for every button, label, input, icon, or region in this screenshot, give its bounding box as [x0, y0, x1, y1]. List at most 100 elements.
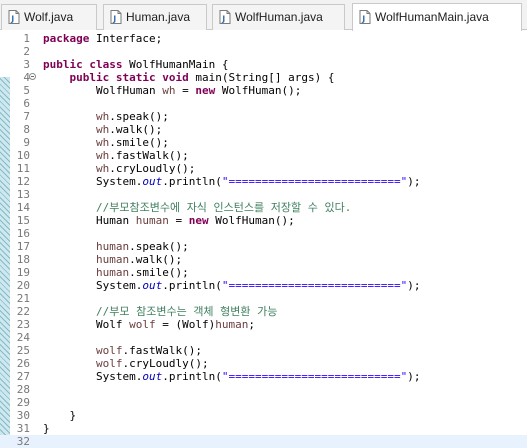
code-line[interactable]: 29: [0, 396, 527, 409]
code-token: .println(: [162, 370, 222, 383]
code-line[interactable]: 2: [0, 45, 527, 58]
code-line[interactable]: 12 System.out.println("=================…: [0, 175, 527, 188]
code-line[interactable]: 23 Wolf wolf = (Wolf)human;: [0, 318, 527, 331]
line-code: wolf.fastWalk();: [43, 344, 202, 357]
code-line[interactable]: 15 Human human = new WolfHuman();: [0, 214, 527, 227]
code-line[interactable]: 5 WolfHuman wh = new WolfHuman();: [0, 84, 527, 97]
line-number: 16: [16, 227, 30, 240]
code-token: }: [43, 422, 50, 435]
line-code: wh.smile();: [43, 136, 169, 149]
code-token: wh: [162, 84, 176, 97]
svg-text:J: J: [361, 15, 365, 24]
code-token: out: [142, 279, 163, 292]
line-number: 32: [16, 435, 30, 448]
code-line[interactable]: 28: [0, 383, 527, 396]
code-line[interactable]: 17 human.speak();: [0, 240, 527, 253]
line-number: 7: [23, 110, 30, 123]
code-token: .cryLoudly();: [122, 357, 209, 370]
code-token: .walk();: [109, 123, 163, 136]
code-line[interactable]: 10 wh.fastWalk();: [0, 149, 527, 162]
code-token: wolf: [129, 318, 156, 331]
code-token: wh: [95, 136, 110, 149]
code-line[interactable]: 25 wolf.fastWalk();: [0, 344, 527, 357]
code-line[interactable]: 24: [0, 331, 527, 344]
current-line[interactable]: 32: [0, 435, 527, 448]
line-code: package Interface;: [43, 32, 162, 45]
code-token: out: [142, 370, 163, 383]
code-line[interactable]: 11 wh.cryLoudly();: [0, 162, 527, 175]
code-token: .walk();: [129, 253, 183, 266]
line-code: //부모참조변수에 자식 인스턴스를 저장할 수 있다.: [43, 201, 351, 214]
line-code: wolf.cryLoudly();: [43, 357, 209, 370]
code-token: .speak();: [109, 110, 169, 123]
tab-wolfhuman-java[interactable]: J WolfHuman.java: [212, 4, 345, 30]
code-token: System.: [43, 175, 143, 188]
code-token: human: [95, 266, 130, 279]
code-token: .fastWalk();: [122, 344, 202, 357]
tab-human-java[interactable]: J Human.java: [103, 4, 207, 30]
line-code: System.out.println("====================…: [43, 175, 421, 188]
line-code: Human human = new WolfHuman();: [43, 214, 295, 227]
code-token: WolfHuman();: [208, 214, 295, 227]
code-token: System.: [43, 370, 143, 383]
code-line[interactable]: 14 //부모참조변수에 자식 인스턴스를 저장할 수 있다.: [0, 201, 527, 214]
code-line[interactable]: 27 System.out.println("=================…: [0, 370, 527, 383]
line-number: 25: [16, 344, 30, 357]
line-code: }: [43, 422, 50, 435]
code-editor[interactable]: 1 package Interface; 2 3 public class WolfHu…: [0, 30, 527, 448]
code-token: =: [175, 84, 196, 97]
tab-label: WolfHumanMain.java: [375, 10, 489, 24]
code-token: );: [407, 279, 421, 292]
code-line[interactable]: 26 wolf.cryLoudly();: [0, 357, 527, 370]
line-number: 14: [16, 201, 30, 214]
code-line[interactable]: 22 //부모 참조변수는 객체 형변환 가능: [0, 305, 527, 318]
code-token: new: [188, 214, 209, 227]
code-token: );: [407, 175, 421, 188]
line-code: wh.walk();: [43, 123, 162, 136]
tab-wolf-java[interactable]: J Wolf.java: [1, 4, 97, 30]
code-line[interactable]: 16: [0, 227, 527, 240]
tab-label: Wolf.java: [24, 10, 74, 24]
code-line[interactable]: 21: [0, 292, 527, 305]
code-line[interactable]: 18 human.walk();: [0, 253, 527, 266]
line-number: 8: [23, 123, 30, 136]
code-token: Human: [43, 214, 136, 227]
line-number: 4: [23, 71, 30, 84]
code-token: );: [407, 370, 421, 383]
code-line[interactable]: 13: [0, 188, 527, 201]
code-line[interactable]: 30 }: [0, 409, 527, 422]
line-code: wh.speak();: [43, 110, 169, 123]
code-token: out: [142, 175, 163, 188]
code-line[interactable]: 7 wh.speak();: [0, 110, 527, 123]
code-line[interactable]: 3 public class WolfHumanMain {: [0, 58, 527, 71]
code-token: .smile();: [109, 136, 169, 149]
tab-wolfhumanmain-java[interactable]: J WolfHumanMain.java: [352, 3, 522, 31]
code-line[interactable]: 8 wh.walk();: [0, 123, 527, 136]
line-number: 26: [16, 357, 30, 370]
line-code: //부모 참조변수는 객체 형변환 가능: [43, 305, 277, 318]
code-token: WolfHuman: [43, 84, 163, 97]
code-token: //부모참조변수에 자식 인스턴스를 저장할 수 있다.: [95, 201, 352, 214]
line-code: human.speak();: [43, 240, 189, 253]
code-token: main(String[] args) {: [188, 71, 335, 84]
code-line[interactable]: 20 System.out.println("=================…: [0, 279, 527, 292]
line-number: 31: [16, 422, 30, 435]
code-line[interactable]: 4 public static void main(String[] args)…: [0, 71, 527, 84]
code-token: wolf: [95, 357, 123, 370]
code-token: =: [168, 214, 189, 227]
fold-collapse-icon[interactable]: [29, 73, 36, 80]
code-line[interactable]: 1 package Interface;: [0, 32, 527, 45]
code-line[interactable]: 9 wh.smile();: [0, 136, 527, 149]
code-token: new: [195, 84, 216, 97]
code-line[interactable]: 31}: [0, 422, 527, 435]
code-line[interactable]: 6: [0, 97, 527, 110]
code-line[interactable]: 19 human.smile();: [0, 266, 527, 279]
java-file-icon: J: [110, 10, 122, 24]
